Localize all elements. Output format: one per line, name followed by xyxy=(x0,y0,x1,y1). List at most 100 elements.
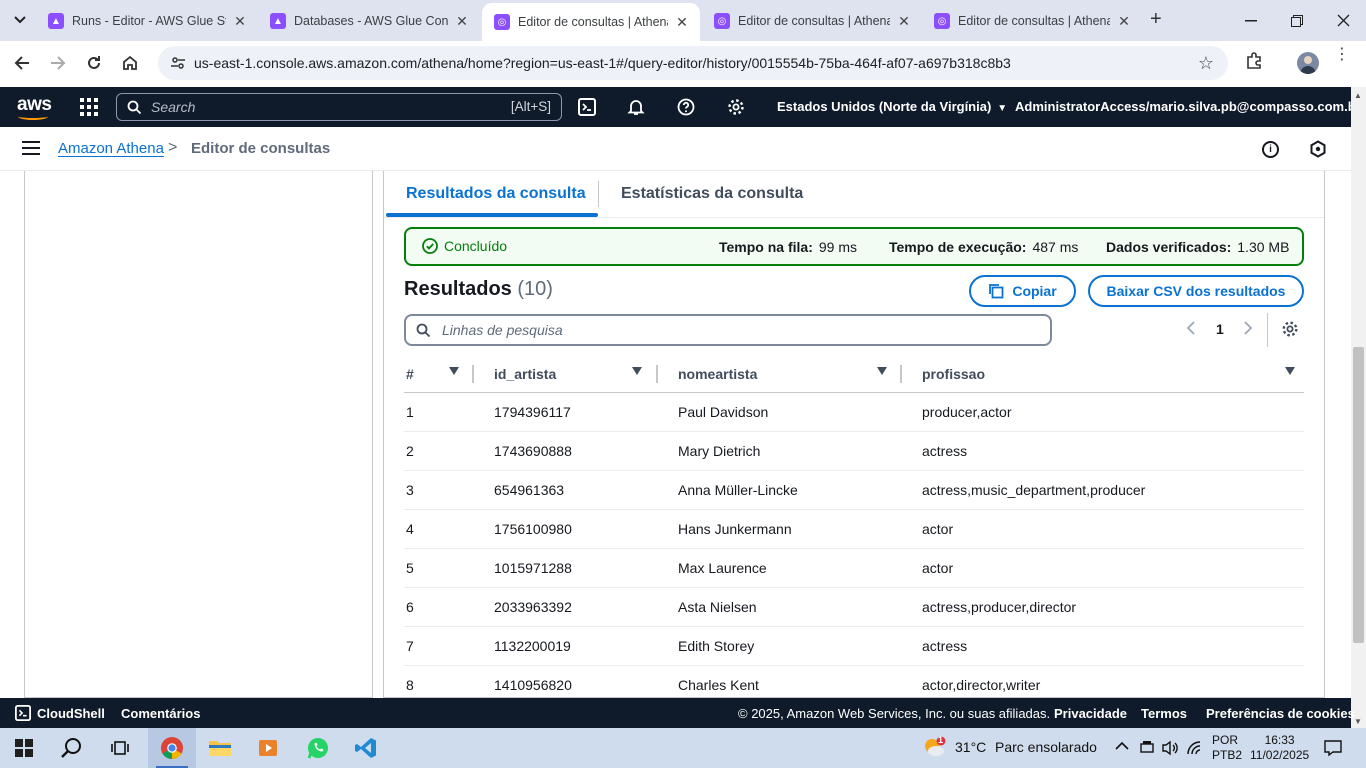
sort-caret-icon[interactable] xyxy=(449,367,459,375)
cloudshell-footer-icon[interactable] xyxy=(15,705,31,724)
close-tab-icon[interactable]: ✕ xyxy=(896,13,912,30)
browser-toolbar: us-east-1.console.aws.amazon.com/athena/… xyxy=(0,41,1366,85)
column-header-id-artista[interactable]: id_artista xyxy=(494,366,556,382)
browser-tab[interactable]: ◎ Editor de consultas | Athena ✕ xyxy=(702,6,922,36)
browser-menu-icon[interactable]: ⋮ xyxy=(1334,47,1350,63)
sort-caret-icon[interactable] xyxy=(1285,367,1295,375)
tab-query-results[interactable]: Resultados da consulta xyxy=(406,185,586,203)
notifications-bell-icon[interactable] xyxy=(625,96,647,118)
close-tab-icon[interactable]: ✕ xyxy=(674,14,690,31)
status-completed: Concluído xyxy=(422,238,507,254)
info-icon[interactable]: i xyxy=(1262,141,1279,158)
footer-privacy-link[interactable]: Privacidade xyxy=(1054,706,1127,721)
pagination-next[interactable] xyxy=(1243,321,1253,338)
services-menu-icon[interactable] xyxy=(80,98,98,116)
minimize-icon xyxy=(1245,19,1257,21)
profile-avatar[interactable] xyxy=(1297,52,1319,74)
wifi-icon[interactable] xyxy=(1187,741,1205,758)
taskbar-file-explorer[interactable] xyxy=(196,728,244,768)
close-tab-icon[interactable]: ✕ xyxy=(232,13,248,30)
task-view-icon xyxy=(111,741,129,755)
notification-center-icon[interactable] xyxy=(1324,739,1342,760)
home-icon xyxy=(123,55,137,70)
column-header-index[interactable]: # xyxy=(406,366,414,382)
taskbar-chrome[interactable] xyxy=(148,728,196,768)
table-row: 4 1756100980 Hans Junkermann actor xyxy=(404,510,1304,549)
show-hidden-icons-chevron-icon[interactable] xyxy=(1115,738,1129,754)
copy-button[interactable]: Copiar xyxy=(969,275,1076,307)
forward-button[interactable] xyxy=(46,51,70,75)
task-view-button[interactable] xyxy=(96,728,144,768)
hamburger-menu-icon[interactable] xyxy=(22,141,40,155)
battery-icon[interactable] xyxy=(1139,740,1155,757)
close-tab-icon[interactable]: ✕ xyxy=(454,13,470,30)
feedback-hexagon-icon[interactable] xyxy=(1309,140,1327,161)
table-cell: 2 xyxy=(406,443,414,459)
restore-button[interactable] xyxy=(1274,0,1320,41)
clock[interactable]: 16:33 11/02/2025 xyxy=(1250,733,1309,763)
footer-cloudshell-link[interactable]: CloudShell xyxy=(37,706,105,721)
table-cell: 4 xyxy=(406,521,414,537)
start-button[interactable] xyxy=(0,728,48,768)
minimize-button[interactable] xyxy=(1228,0,1274,41)
close-window-button[interactable] xyxy=(1320,0,1366,41)
footer-comments-link[interactable]: Comentários xyxy=(121,706,200,721)
download-csv-button[interactable]: Baixar CSV dos resultados xyxy=(1088,275,1304,307)
column-resizer[interactable] xyxy=(900,365,902,383)
site-info-icon[interactable] xyxy=(170,55,186,71)
vscode-icon xyxy=(355,738,376,758)
sort-caret-icon[interactable] xyxy=(632,367,642,375)
bookmark-star-icon[interactable]: ☆ xyxy=(1198,53,1214,74)
taskbar-whatsapp[interactable] xyxy=(294,728,342,768)
taskbar-search-button[interactable] xyxy=(48,728,96,768)
taskbar-media-app[interactable] xyxy=(244,728,292,768)
sort-caret-icon[interactable] xyxy=(877,367,887,375)
aws-logo[interactable]: aws xyxy=(17,94,52,120)
aws-search-input[interactable]: Search [Alt+S] xyxy=(116,93,562,121)
browser-tab-active[interactable]: ◎ Editor de consultas | Athena ✕ xyxy=(482,3,700,41)
scrollbar-thumb[interactable] xyxy=(1353,347,1364,643)
taskbar-vscode[interactable] xyxy=(342,728,390,768)
extensions-icon[interactable] xyxy=(1245,52,1263,73)
browser-tab[interactable]: ▲ Runs - Editor - AWS Glue Studio ✕ xyxy=(36,6,258,36)
search-rows-input[interactable]: Linhas de pesquisa xyxy=(404,314,1052,346)
account-menu[interactable]: AdministratorAccess/mario.silva.pb@compa… xyxy=(1015,99,1366,114)
page-scrollbar[interactable]: ▲ ▼ xyxy=(1351,87,1366,728)
region-selector[interactable]: Estados Unidos (Norte da Virgínia) ▼ xyxy=(777,99,1007,114)
tab-query-stats[interactable]: Estatísticas da consulta xyxy=(621,185,803,203)
close-tab-icon[interactable]: ✕ xyxy=(1116,13,1132,30)
reload-button[interactable] xyxy=(82,51,106,75)
browser-tab[interactable]: ▲ Databases - AWS Glue Console ✕ xyxy=(258,6,480,36)
chrome-icon xyxy=(161,737,183,759)
cloudshell-icon[interactable] xyxy=(576,96,598,118)
column-resizer[interactable] xyxy=(472,365,474,383)
pagination-page[interactable]: 1 xyxy=(1216,321,1224,337)
address-bar[interactable]: us-east-1.console.aws.amazon.com/athena/… xyxy=(158,46,1228,80)
scroll-down-arrow-icon[interactable]: ▼ xyxy=(1354,717,1362,726)
console-footer: CloudShell Comentários © 2025, Amazon We… xyxy=(0,698,1355,728)
new-tab-button[interactable]: + xyxy=(1150,8,1162,31)
help-icon[interactable] xyxy=(675,96,697,118)
browser-tab[interactable]: ◎ Editor de consultas | Athena ✕ xyxy=(922,6,1142,36)
table-cell: actor,director,writer xyxy=(922,677,1041,693)
column-header-profissao[interactable]: profissao xyxy=(922,366,985,382)
volume-icon[interactable] xyxy=(1161,740,1179,759)
scroll-up-arrow-icon[interactable]: ▲ xyxy=(1354,91,1362,100)
back-button[interactable] xyxy=(10,51,34,75)
home-button[interactable] xyxy=(118,51,142,75)
footer-terms-link[interactable]: Termos xyxy=(1141,706,1187,721)
column-resizer[interactable] xyxy=(656,365,658,383)
table-preferences-gear-icon[interactable] xyxy=(1281,320,1299,341)
input-language[interactable]: POR PTB2 xyxy=(1212,733,1242,763)
table-cell: Hans Junkermann xyxy=(678,521,792,537)
column-header-nomeartista[interactable]: nomeartista xyxy=(678,366,757,382)
footer-cookies-link[interactable]: Preferências de cookies xyxy=(1206,706,1355,721)
pagination-prev[interactable] xyxy=(1186,321,1196,338)
search-icon xyxy=(61,738,81,758)
breadcrumb-athena-link[interactable]: Amazon Athena xyxy=(58,140,164,157)
settings-gear-icon[interactable] xyxy=(725,96,747,118)
aws-glue-icon: ▲ xyxy=(270,13,286,29)
weather-temp[interactable]: 31°C xyxy=(955,739,986,755)
tab-search-button[interactable] xyxy=(6,7,34,33)
weather-desc[interactable]: Parc ensolarado xyxy=(995,739,1097,755)
